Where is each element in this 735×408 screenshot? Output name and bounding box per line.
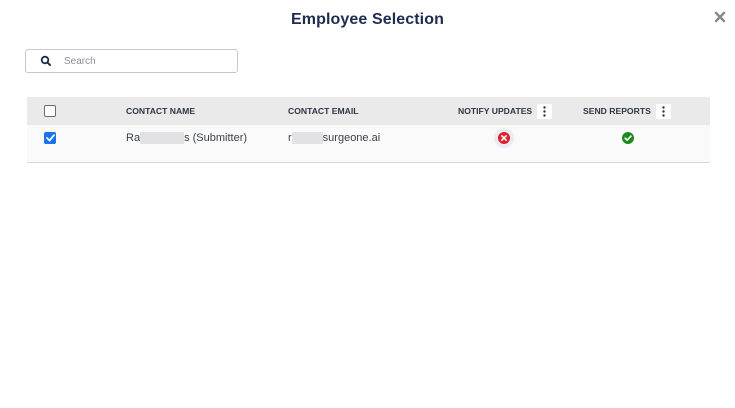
search-input[interactable] xyxy=(64,52,234,70)
check-icon xyxy=(622,131,634,144)
close-icon xyxy=(714,11,726,23)
notify-updates-menu-button[interactable] xyxy=(537,103,553,119)
contact-email-cell: r surgeone.ai xyxy=(288,119,380,156)
row-select-checkbox[interactable] xyxy=(44,131,56,144)
contact-name-end: s (Submitter) xyxy=(184,131,248,144)
search-icon xyxy=(40,55,51,66)
search-box[interactable] xyxy=(25,49,238,73)
redacted-block xyxy=(140,131,185,144)
send-reports-label[interactable]: SEND REPORTS xyxy=(583,106,651,116)
send-reports-cell xyxy=(621,119,635,156)
dialog-title: Employee Selection xyxy=(291,11,444,28)
notify-updates-cell xyxy=(494,119,514,156)
contact-name-cell: Ra s (Submitter) xyxy=(126,119,247,156)
error-icon xyxy=(498,131,510,144)
notify-updates-toggle[interactable] xyxy=(494,127,514,148)
checkmark-icon xyxy=(45,133,55,141)
send-reports-toggle[interactable] xyxy=(621,131,635,145)
notify-updates-label[interactable]: NOTIFY UPDATES xyxy=(458,106,532,116)
contact-name-start: Ra xyxy=(126,131,141,144)
more-vertical-icon xyxy=(662,105,665,117)
table-row[interactable]: Ra s (Submitter) r surgeone.ai xyxy=(27,125,710,163)
select-all-checkbox[interactable] xyxy=(44,105,56,117)
send-reports-menu-button[interactable] xyxy=(655,103,671,119)
employee-table: CONTACT NAME CONTACT EMAIL NOTIFY UPDATE… xyxy=(27,97,710,163)
more-vertical-icon xyxy=(543,105,546,117)
redacted-block xyxy=(291,131,323,144)
close-button[interactable] xyxy=(711,8,729,26)
contact-email-end: surgeone.ai xyxy=(322,131,381,144)
employee-selection-dialog: Employee Selection CONTACT NAME CONTACT … xyxy=(0,0,735,408)
